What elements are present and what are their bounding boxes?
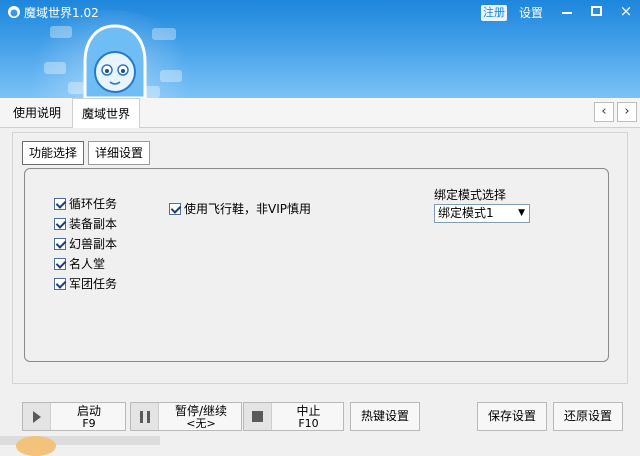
bind-mode-label: 绑定模式选择 — [434, 188, 507, 202]
minimize-icon[interactable] — [562, 12, 572, 14]
mascot-logo — [44, 24, 182, 98]
pause-label: 暂停/继续 — [174, 404, 228, 418]
dropdown-arrow-icon[interactable]: ▼ — [518, 205, 525, 222]
bind-mode-select[interactable]: 绑定模式1 ▼ — [434, 204, 530, 223]
checkbox-label: 名人堂 — [69, 257, 106, 271]
checkbox-label: 装备副本 — [69, 217, 118, 231]
restore-settings-button[interactable]: 还原设置 — [553, 402, 623, 431]
checkbox-label: 使用飞行鞋，非VIP慎用 — [184, 202, 311, 216]
close-icon[interactable]: × — [618, 2, 634, 20]
play-icon — [23, 403, 51, 430]
checkbox-checked-icon[interactable] — [169, 202, 181, 215]
stop-button[interactable]: 中止 F10 — [243, 402, 344, 431]
checkbox-fly-shoes[interactable]: 使用飞行鞋，非VIP慎用 — [169, 200, 311, 217]
tab-moyu-world[interactable]: 魔域世界 — [72, 98, 140, 128]
checkbox-label: 军团任务 — [69, 277, 118, 291]
maximize-icon[interactable] — [591, 6, 602, 16]
checkbox-equipment-dungeon[interactable]: 装备副本 — [54, 215, 117, 232]
start-button[interactable]: 启动 F9 — [22, 402, 126, 431]
top-tab-strip: 使用说明 魔域世界 — [0, 98, 640, 128]
checkbox-checked-icon[interactable] — [54, 277, 66, 290]
app-icon — [8, 6, 20, 18]
chevron-right-icon[interactable]: › — [617, 102, 637, 122]
checkbox-checked-icon[interactable] — [54, 197, 66, 210]
checkbox-checked-icon[interactable] — [54, 237, 66, 250]
register-button[interactable]: 注册 — [481, 5, 507, 21]
checkbox-checked-icon[interactable] — [54, 257, 66, 270]
stop-icon — [244, 403, 272, 430]
checkbox-loop-task[interactable]: 循环任务 — [54, 195, 117, 212]
pause-hotkey: <无> — [186, 417, 216, 430]
start-label: 启动 — [76, 404, 101, 418]
hotkey-settings-button[interactable]: 热键设置 — [350, 402, 420, 431]
settings-button[interactable]: 设置 — [519, 4, 543, 21]
bind-mode-value: 绑定模式1 — [438, 206, 494, 220]
checkbox-legion-task[interactable]: 军团任务 — [54, 275, 117, 292]
bottom-orb-decoration — [16, 436, 56, 456]
banner: 魔域世界1.02 注册 设置 × — [0, 0, 640, 98]
chevron-left-icon[interactable]: ‹ — [594, 102, 614, 122]
stop-label: 中止 — [296, 404, 321, 418]
stop-hotkey: F10 — [298, 417, 319, 430]
tab-instructions[interactable]: 使用说明 — [4, 98, 70, 128]
start-hotkey: F9 — [82, 417, 96, 430]
pause-resume-button[interactable]: 暂停/继续 <无> — [130, 402, 242, 431]
tab-function-select[interactable]: 功能选择 — [22, 141, 84, 165]
checkbox-label: 幻兽副本 — [69, 237, 118, 251]
save-settings-button[interactable]: 保存设置 — [477, 402, 547, 431]
checkbox-hall-of-fame[interactable]: 名人堂 — [54, 255, 105, 272]
pause-icon — [131, 403, 159, 430]
checkbox-checked-icon[interactable] — [54, 217, 66, 230]
tab-detail-settings[interactable]: 详细设置 — [88, 141, 150, 165]
checkbox-pet-dungeon[interactable]: 幻兽副本 — [54, 235, 117, 252]
checkbox-label: 循环任务 — [69, 197, 118, 211]
